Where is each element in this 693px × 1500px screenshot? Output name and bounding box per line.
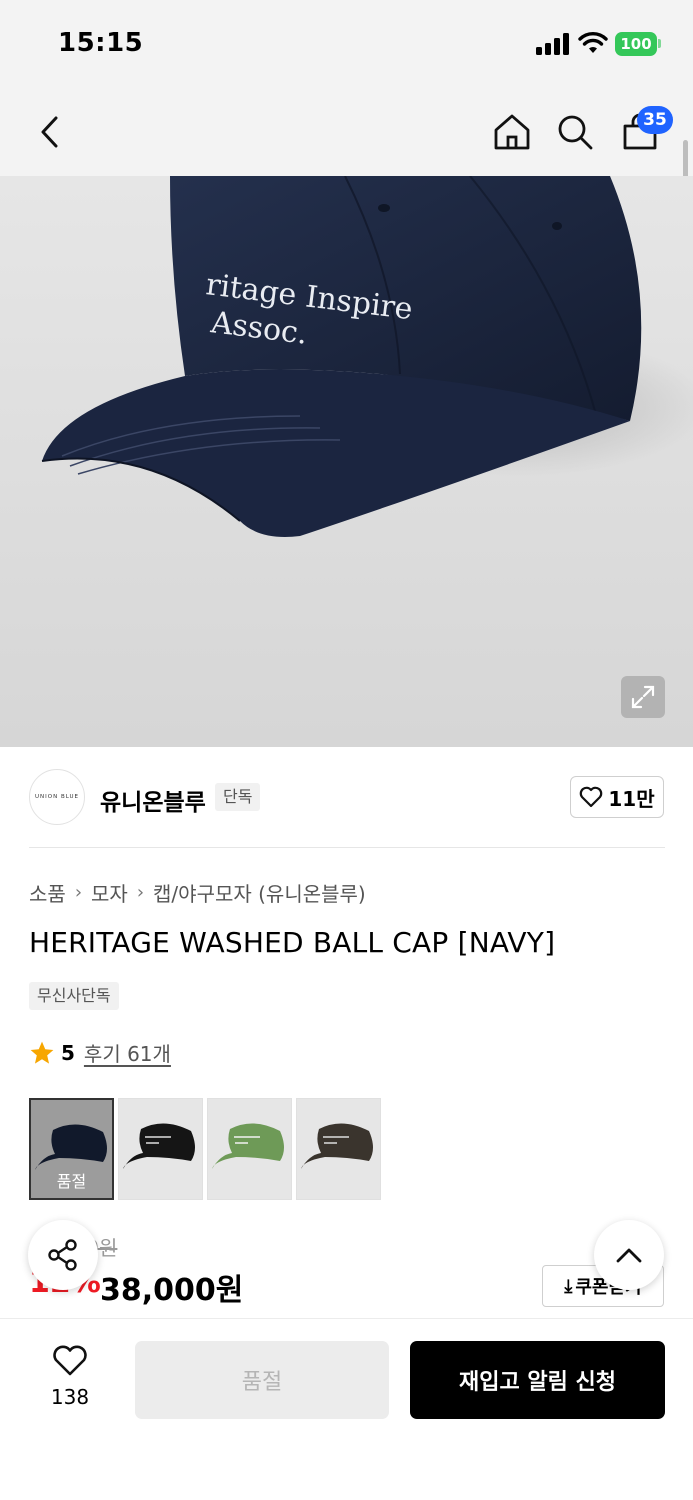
expand-image-button[interactable] [621,676,665,718]
color-swatches: 품절 [29,1098,381,1200]
divider [29,847,665,848]
status-time: 15:15 [58,28,144,58]
signal-icon [536,33,570,55]
swatch-black[interactable] [118,1098,203,1200]
scroll-top-button[interactable] [594,1220,664,1290]
chevron-up-icon [616,1248,642,1263]
expand-icon [631,685,655,709]
brand-like-count: 11만 [608,786,655,811]
bottom-action-bar: 138 품절 재입고 알림 신청 [0,1318,693,1500]
brand-exclusive-tag: 단독 [215,783,261,811]
search-button[interactable] [551,108,599,156]
swatch-cap-image [212,1123,284,1169]
restock-alert-button[interactable]: 재입고 알림 신청 [410,1341,665,1419]
brand-row: UNION BLUE 유니온블루 단독 11만 [0,747,693,847]
wishlist-button[interactable]: 138 [34,1345,106,1409]
brand-name[interactable]: 유니온블루 [100,783,206,817]
swatch-green[interactable] [207,1098,292,1200]
swatch-soldout-label: 품절 [56,1172,87,1191]
breadcrumb-item[interactable]: 캡/야구모자 (유니온블루) [153,878,366,907]
chevron-right-icon: › [136,882,145,903]
rating-row: 5 후기 61개 [29,1038,171,1067]
heart-icon [53,1345,87,1376]
wishlist-count: 138 [50,1385,90,1409]
review-link[interactable]: 후기 61개 [84,1038,171,1067]
download-icon: ⤓ [564,1275,573,1297]
breadcrumb: 소품 › 모자 › 캡/야구모자 (유니온블루) [29,878,366,907]
swatch-brown[interactable] [296,1098,381,1200]
home-button[interactable] [488,108,536,156]
exclusive-tag: 무신사단독 [29,982,119,1010]
star-icon [30,1041,54,1064]
battery-tip [658,39,661,48]
brand-logo[interactable]: UNION BLUE [29,769,85,825]
product-image[interactable]: ritage Inspire Assoc. [0,176,693,747]
cap-illustration: ritage Inspire Assoc. [41,176,693,537]
heart-icon [580,786,603,808]
share-button[interactable] [28,1220,98,1290]
cart-count-badge: 35 [637,106,673,134]
chevron-right-icon: › [74,882,83,903]
search-icon [558,115,593,150]
chevron-left-icon [41,116,58,148]
brand-like-button[interactable]: 11만 [570,776,664,818]
rating-value: 5 [61,1040,75,1065]
swatch-cap-image [123,1123,195,1169]
sold-out-button[interactable]: 품절 [135,1341,389,1419]
sale-price: 38,000원 [100,1273,244,1308]
share-icon [48,1239,77,1271]
swatch-navy[interactable]: 품절 [29,1098,114,1200]
wifi-icon [578,32,608,53]
home-icon [494,114,530,150]
product-title: HERITAGE WASHED BALL CAP [NAVY] [29,926,556,959]
battery-icon: 100 [615,32,657,56]
status-bar: 15:15 100 [0,0,693,88]
top-nav [0,88,693,176]
breadcrumb-item[interactable]: 소품 [29,878,66,907]
swatch-cap-image [301,1123,373,1169]
back-button[interactable] [26,108,74,156]
breadcrumb-item[interactable]: 모자 [91,878,128,907]
